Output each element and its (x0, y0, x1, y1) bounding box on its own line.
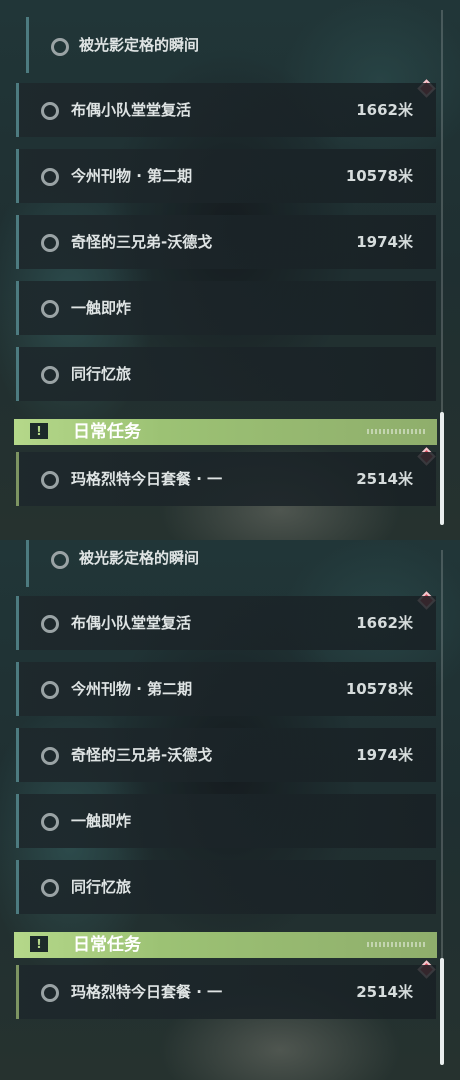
quest-distance: 2514米 (356, 470, 413, 488)
quest-status-circle-icon (41, 747, 59, 765)
exclamation-icon: ! (30, 936, 48, 952)
quest-status-circle-icon (51, 38, 69, 56)
quest-title: 被光影定格的瞬间 (79, 549, 200, 567)
quest-status-circle-icon (51, 551, 69, 569)
quest-status-circle-icon (41, 234, 59, 252)
quest-title: 一触即炸 (71, 812, 132, 830)
quest-title: 奇怪的三兄弟-沃德戈 (71, 746, 213, 764)
quest-status-circle-icon (41, 879, 59, 897)
quest-distance: 1974米 (356, 746, 413, 764)
quest-title: 今州刊物 · 第二期 (71, 680, 193, 698)
quest-title: 一触即炸 (71, 299, 132, 317)
quest-distance: 10578米 (345, 680, 413, 698)
quest-item[interactable]: 同行忆旅 (16, 860, 436, 914)
quest-status-circle-icon (41, 471, 59, 489)
quest-status-circle-icon (41, 300, 59, 318)
quest-status-circle-icon (41, 168, 59, 186)
quest-list-panel: 被光影定格的瞬间 布偶小队堂堂复活 1662米 今州刊物 · 第二期 10578… (0, 0, 460, 540)
quest-title: 玛格烈特今日套餐 · 一 (71, 983, 223, 1001)
scrollbar-thumb[interactable] (440, 958, 444, 1065)
quest-item[interactable]: 玛格烈特今日套餐 · 一 2514米 (16, 965, 436, 1019)
scrollbar-thumb[interactable] (440, 412, 444, 525)
quest-distance: 2514米 (356, 983, 413, 1001)
quest-status-circle-icon (41, 813, 59, 831)
quest-item[interactable]: 布偶小队堂堂复活 1662米 (16, 83, 436, 137)
quest-title: 今州刊物 · 第二期 (71, 167, 193, 185)
section-title: 日常任务 (73, 935, 141, 955)
section-title: 日常任务 (73, 422, 141, 442)
quest-item[interactable]: 奇怪的三兄弟-沃德戈 1974米 (16, 728, 436, 782)
quest-title: 布偶小队堂堂复活 (71, 614, 192, 632)
quest-title: 奇怪的三兄弟-沃德戈 (71, 233, 213, 251)
quest-item[interactable]: 今州刊物 · 第二期 10578米 (16, 149, 436, 203)
quest-title: 布偶小队堂堂复活 (71, 101, 192, 119)
quest-item[interactable]: 玛格烈特今日套餐 · 一 2514米 (16, 452, 436, 506)
exclamation-icon: ! (30, 423, 48, 439)
quest-item[interactable]: 布偶小队堂堂复活 1662米 (16, 596, 436, 650)
quest-title: 同行忆旅 (71, 878, 132, 896)
section-decoration (367, 942, 427, 947)
quest-item[interactable]: 被光影定格的瞬间 (26, 17, 436, 73)
quest-item[interactable]: 一触即炸 (16, 794, 436, 848)
quest-item[interactable]: 奇怪的三兄弟-沃德戈 1974米 (16, 215, 436, 269)
quest-title: 玛格烈特今日套餐 · 一 (71, 470, 223, 488)
quest-title: 同行忆旅 (71, 365, 132, 383)
section-decoration (367, 429, 427, 434)
quest-distance: 1662米 (356, 101, 413, 119)
daily-quest-section-header[interactable]: ! 日常任务 (14, 419, 437, 445)
quest-distance: 10578米 (345, 167, 413, 185)
quest-status-circle-icon (41, 366, 59, 384)
quest-item[interactable]: 今州刊物 · 第二期 10578米 (16, 662, 436, 716)
quest-item[interactable]: 被光影定格的瞬间 (26, 540, 436, 587)
quest-title: 被光影定格的瞬间 (79, 36, 200, 54)
quest-item[interactable]: 同行忆旅 (16, 347, 436, 401)
quest-status-circle-icon (41, 984, 59, 1002)
quest-item[interactable]: 一触即炸 (16, 281, 436, 335)
quest-list-panel: 被光影定格的瞬间 布偶小队堂堂复活 1662米 今州刊物 · 第二期 10578… (0, 540, 460, 1080)
quest-distance: 1974米 (356, 233, 413, 251)
quest-distance: 1662米 (356, 614, 413, 632)
daily-quest-section-header[interactable]: ! 日常任务 (14, 932, 437, 958)
quest-status-circle-icon (41, 102, 59, 120)
quest-status-circle-icon (41, 681, 59, 699)
quest-status-circle-icon (41, 615, 59, 633)
